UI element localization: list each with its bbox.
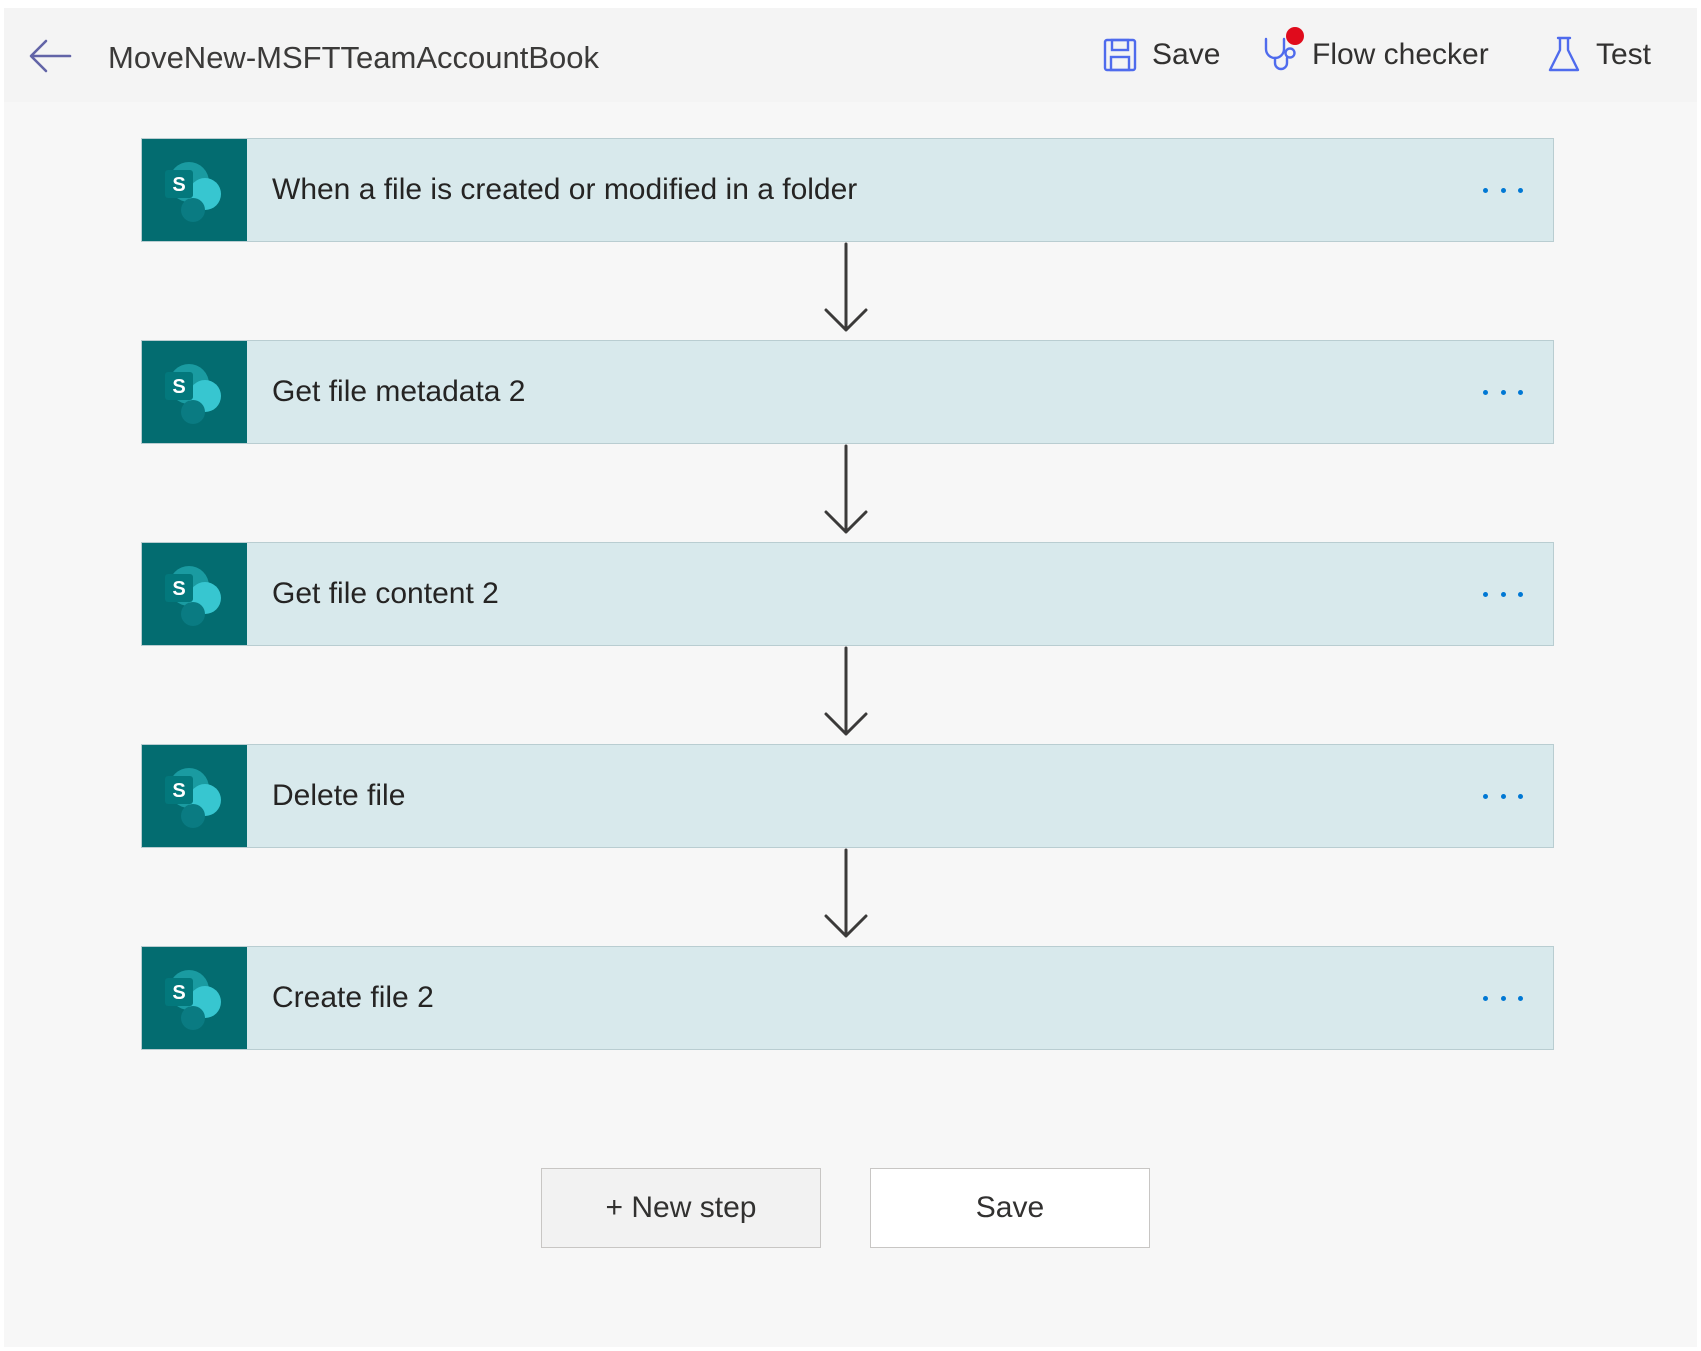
dot-icon [1518, 389, 1523, 395]
save-icon [1100, 35, 1140, 75]
flow-step-get-content[interactable]: S Get file content 2 [141, 542, 1554, 646]
dot-icon [1500, 187, 1506, 193]
dot-icon [1483, 591, 1488, 597]
more-options-button[interactable] [1475, 778, 1531, 814]
test-button[interactable]: Test [1544, 32, 1651, 78]
step-title: Create file 2 [272, 981, 434, 1014]
dot-icon [1483, 995, 1488, 1001]
svg-text:S: S [172, 376, 185, 398]
step-title: Get file metadata 2 [272, 375, 526, 408]
sharepoint-icon: S [142, 543, 247, 645]
dot-icon [1500, 591, 1506, 597]
dot-icon [1483, 793, 1488, 799]
beaker-icon [1544, 35, 1584, 75]
dot-icon [1483, 389, 1488, 395]
flow-step-trigger[interactable]: S When a file is created or modified in … [141, 138, 1554, 242]
step-title: When a file is created or modified in a … [272, 173, 858, 206]
dot-icon [1500, 389, 1506, 395]
dot-icon [1518, 187, 1523, 193]
step-title: Get file content 2 [272, 577, 499, 610]
step-title: Delete file [272, 779, 406, 812]
back-arrow-icon [29, 39, 72, 73]
dot-icon [1500, 995, 1506, 1001]
connector-arrow-icon [824, 646, 868, 736]
flow-designer: MoveNew-MSFTTeamAccountBook Save Flow ch… [4, 8, 1697, 1347]
flow-step-create-file[interactable]: S Create file 2 [141, 946, 1554, 1050]
sharepoint-icon: S [142, 745, 247, 847]
back-button[interactable] [26, 34, 74, 78]
svg-text:S: S [172, 174, 185, 196]
connector-arrow-icon [824, 848, 868, 938]
flow-name: MoveNew-MSFTTeamAccountBook [108, 40, 599, 75]
save-button[interactable]: Save [870, 1168, 1150, 1248]
alert-dot [1286, 27, 1304, 45]
svg-text:S: S [172, 982, 185, 1004]
more-options-button[interactable] [1475, 980, 1531, 1016]
flow-step-delete-file[interactable]: S Delete file [141, 744, 1554, 848]
connector-arrow-icon [824, 444, 868, 534]
dot-icon [1518, 793, 1523, 799]
save-command-label: Save [1152, 38, 1221, 71]
save-command-button[interactable]: Save [1100, 32, 1220, 78]
new-step-button[interactable]: + New step [541, 1168, 821, 1248]
stethoscope-icon [1260, 27, 1304, 75]
more-options-button[interactable] [1475, 172, 1531, 208]
command-bar: MoveNew-MSFTTeamAccountBook Save Flow ch… [4, 8, 1697, 102]
test-label: Test [1596, 38, 1652, 71]
connector-arrow-icon [824, 242, 868, 332]
sharepoint-icon: S [142, 139, 247, 241]
dot-icon [1483, 187, 1488, 193]
svg-text:S: S [172, 578, 185, 600]
more-options-button[interactable] [1475, 576, 1531, 612]
more-options-button[interactable] [1475, 374, 1531, 410]
dot-icon [1518, 591, 1523, 597]
flow-checker-button[interactable]: Flow checker [1260, 27, 1489, 78]
sharepoint-icon: S [142, 947, 247, 1049]
sharepoint-icon: S [142, 341, 247, 443]
dot-icon [1500, 793, 1506, 799]
flow-step-get-metadata[interactable]: S Get file metadata 2 [141, 340, 1554, 444]
flow-checker-label: Flow checker [1312, 38, 1489, 71]
svg-text:S: S [172, 780, 185, 802]
dot-icon [1518, 995, 1523, 1001]
